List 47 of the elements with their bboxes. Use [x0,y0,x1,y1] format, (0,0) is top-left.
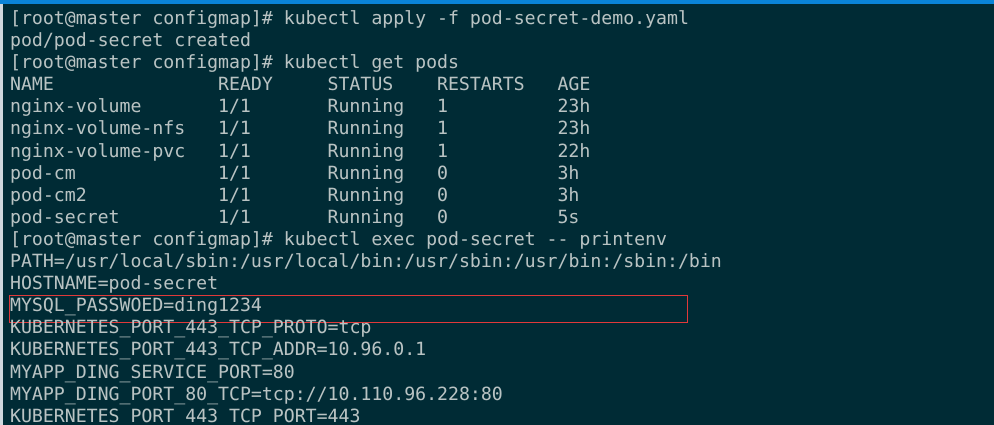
table-cell-text: pod-secret [10,206,120,229]
table-cell-text: nginx-volume-pvc [10,140,186,163]
table-cell: 3h [557,162,580,185]
column-header: STATUS [328,74,394,96]
output-line: KUBERNETES_PORT_443_TCP_PORT=443 [10,406,360,425]
table-cell: 5s [557,206,580,229]
table-cell-text: Running [328,206,406,229]
table-cell-text: 1 [437,118,449,141]
table-cell: 22h [557,140,590,163]
table-cell: 23h [557,96,590,118]
command-line: [root@master configmap]# kubectl apply -f pod-secret-demo.yaml [10,8,689,29]
table-cell-text: pod-cm2 [10,184,88,207]
table-cell-text: nginx-volume-nfs [10,118,186,141]
output-line: pod/pod-secret created [10,30,251,52]
table-cell-text: Running [328,118,406,141]
table-cell-text: 1/1 [218,118,252,141]
column-header: NAME [10,74,55,96]
output-line: KUBERNETES_PORT_443_TCP_PROTO=tcp [10,317,372,338]
output-line: MYSQL_PASSWOED=ding1234 [10,295,262,316]
column-header: RESTARTS [437,74,526,96]
table-cell-text: nginx-volume [10,96,142,118]
table-cell: 3h [557,184,580,207]
table-cell-text: 1 [437,140,449,163]
table-cell-text: 1/1 [218,96,252,118]
table-cell-text: 1/1 [218,162,252,185]
output-line: MYAPP_DING_SERVICE_PORT=80 [10,362,295,382]
column-header: READY [218,74,274,96]
table-cell-text: 1/1 [218,206,252,229]
table-cell-text: 0 [437,206,449,229]
table-cell-text: Running [328,162,406,185]
output-line: MYAPP_DING_PORT_80_TCP=tcp://10.110.96.228:80 [10,384,503,405]
column-header: AGE [557,74,590,96]
output-line: PATH=/usr/local/sbin:/usr/local/bin:/usr/sbin:/usr/bin:/sbin:/bin [10,251,722,272]
output-line: KUBERNETES_PORT_443_TCP_ADDR=10.96.0.1 [10,339,426,360]
table-cell-text: 0 [437,162,449,185]
table-cell-text: 0 [437,184,449,207]
table-cell-text: 1/1 [218,140,252,163]
table-cell-text: 1/1 [218,184,252,207]
output-line: HOSTNAME=pod-secret [10,273,218,294]
table-cell-text: Running [328,96,406,118]
table-cell-text: Running [328,184,406,207]
table-cell-text: 1 [437,96,449,118]
command-line: [root@master configmap]# kubectl exec pod-secret -- printenv [10,228,667,250]
table-cell-text: Running [328,140,406,163]
command-line: [root@master configmap]# kubectl get pods [10,52,459,74]
table-cell-text: pod-cm [10,162,77,185]
table-cell: 23h [557,118,590,141]
